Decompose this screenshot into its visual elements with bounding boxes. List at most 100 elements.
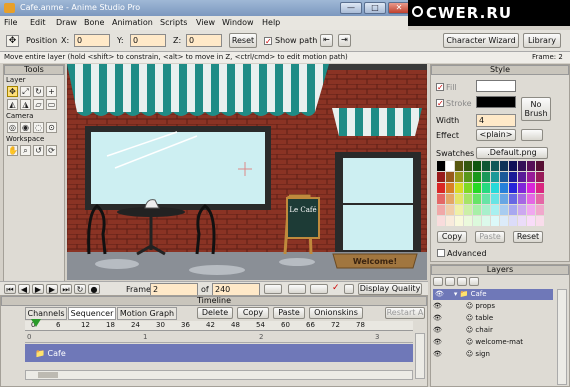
swatch[interactable] — [473, 172, 481, 182]
swatch[interactable] — [455, 205, 463, 215]
swatch[interactable] — [455, 183, 463, 193]
layer-row-chair[interactable]: 👁 ☺ chair — [433, 325, 553, 336]
stroke-checkbox[interactable]: ✓ — [436, 99, 444, 108]
swatch[interactable] — [527, 205, 535, 215]
swatch[interactable] — [491, 194, 499, 204]
canvas-viewport[interactable]: Le Café Welcome! — [67, 64, 427, 280]
swatch[interactable] — [509, 172, 517, 182]
library-button[interactable]: Library — [523, 33, 561, 48]
menu-view[interactable]: View — [196, 18, 215, 27]
stroke-color-swatch[interactable] — [476, 96, 516, 108]
shear-icon[interactable]: ▱ — [33, 99, 44, 110]
swatch[interactable] — [536, 194, 544, 204]
swatch[interactable] — [536, 183, 544, 193]
swatch[interactable] — [473, 183, 481, 193]
track-camera-icon[interactable]: ◎ — [7, 122, 18, 133]
loop-icon[interactable]: ↻ — [74, 284, 86, 294]
style-copy-button[interactable]: Copy — [437, 231, 467, 243]
prev-keyframe-icon[interactable]: ⇤ — [320, 34, 333, 47]
swatch[interactable] — [527, 194, 535, 204]
layers-scrollbar[interactable] — [557, 289, 567, 385]
layer-row-cafe[interactable]: 👁 ▾ 📁 Cafe — [433, 289, 553, 300]
swatch[interactable] — [500, 205, 508, 215]
swatch[interactable] — [518, 194, 526, 204]
rotate-layer-icon[interactable]: ↻ — [33, 86, 44, 97]
visibility-check-icon[interactable]: ✓ — [332, 283, 340, 293]
frame-select-icon[interactable] — [344, 284, 354, 294]
layer-row-props[interactable]: 👁 ☺ props — [433, 301, 553, 312]
menu-edit[interactable]: Edit — [30, 18, 46, 27]
timeline-scrollbar[interactable] — [25, 370, 413, 380]
swatch[interactable] — [536, 205, 544, 215]
swatch[interactable] — [518, 172, 526, 182]
split-view-icon[interactable] — [310, 284, 328, 294]
set-origin-icon[interactable]: + — [46, 86, 57, 97]
swatch[interactable] — [491, 183, 499, 193]
swatch[interactable] — [491, 172, 499, 182]
sequencer-track[interactable]: 📁 Cafe — [25, 344, 413, 362]
swatch[interactable] — [464, 183, 472, 193]
reset-position-button[interactable]: Reset — [229, 33, 257, 48]
swatch[interactable] — [518, 205, 526, 215]
orbit-workspace-icon[interactable]: ⟳ — [46, 145, 57, 156]
swatch[interactable] — [518, 183, 526, 193]
move-layer-icon[interactable]: ✥ — [6, 35, 19, 47]
swatch[interactable] — [473, 194, 481, 204]
swatch[interactable] — [455, 216, 463, 226]
swatch[interactable] — [509, 205, 517, 215]
swatch[interactable] — [527, 216, 535, 226]
timeline-copy-button[interactable]: Copy — [237, 307, 269, 319]
swatch[interactable] — [518, 216, 526, 226]
swatch[interactable] — [437, 205, 445, 215]
tab-motion-graph[interactable]: Motion Graph — [117, 307, 177, 320]
perspective-icon[interactable]: ▭ — [46, 99, 57, 110]
fill-checkbox[interactable]: ✓ — [436, 83, 444, 92]
swatch-palette[interactable] — [437, 161, 547, 227]
swatch[interactable] — [446, 205, 454, 215]
swatch[interactable] — [509, 161, 517, 171]
zoom-camera-icon[interactable]: ◉ — [20, 122, 31, 133]
menu-window[interactable]: Window — [222, 18, 254, 27]
swatch[interactable] — [464, 161, 472, 171]
swatch[interactable] — [500, 183, 508, 193]
swatch[interactable] — [473, 205, 481, 215]
swatch[interactable] — [491, 205, 499, 215]
swatch[interactable] — [437, 161, 445, 171]
menu-help[interactable]: Help — [262, 18, 280, 27]
swatch[interactable] — [464, 216, 472, 226]
zoom-icon[interactable]: ⌕ — [20, 145, 31, 156]
swatch[interactable] — [446, 216, 454, 226]
swatch[interactable] — [455, 161, 463, 171]
swatch[interactable] — [536, 161, 544, 171]
swatch[interactable] — [446, 183, 454, 193]
swatch[interactable] — [437, 172, 445, 182]
step-back-icon[interactable]: ◀ — [18, 284, 30, 294]
layer-row-table[interactable]: 👁 ☺ table — [433, 313, 553, 324]
onion-view-icon[interactable] — [264, 284, 282, 294]
layer-row-welcome-mat[interactable]: 👁 ☺ welcome-mat — [433, 337, 553, 348]
timeline-paste-button[interactable]: Paste — [273, 307, 305, 319]
swatch[interactable] — [482, 161, 490, 171]
swatch[interactable] — [455, 194, 463, 204]
onionskins-select[interactable]: Onionskins — [309, 307, 363, 319]
swatch[interactable] — [446, 161, 454, 171]
swatch[interactable] — [527, 161, 535, 171]
duplicate-layer-icon[interactable] — [445, 277, 455, 286]
no-brush-button[interactable]: No Brush — [521, 97, 551, 121]
swatch[interactable] — [491, 161, 499, 171]
swatch[interactable] — [536, 216, 544, 226]
scroll-thumb[interactable] — [38, 372, 58, 378]
swatch[interactable] — [464, 205, 472, 215]
swatch[interactable] — [509, 183, 517, 193]
swatch[interactable] — [518, 161, 526, 171]
playhead-marker-icon[interactable] — [31, 319, 41, 327]
swatch[interactable] — [473, 161, 481, 171]
swatch[interactable] — [437, 183, 445, 193]
restart-animation-button[interactable]: Restart A — [385, 307, 425, 319]
swatch[interactable] — [482, 216, 490, 226]
x-field[interactable]: 0 — [74, 34, 110, 47]
layer-row-sign[interactable]: 👁 ☺ sign — [433, 349, 553, 360]
frame-ruler[interactable]: 0 6 12 18 24 30 36 42 48 54 60 66 72 78 — [25, 321, 413, 331]
show-path-checkbox[interactable]: ✓ — [264, 37, 272, 46]
character-wizard-button[interactable]: Character Wizard — [443, 33, 519, 48]
